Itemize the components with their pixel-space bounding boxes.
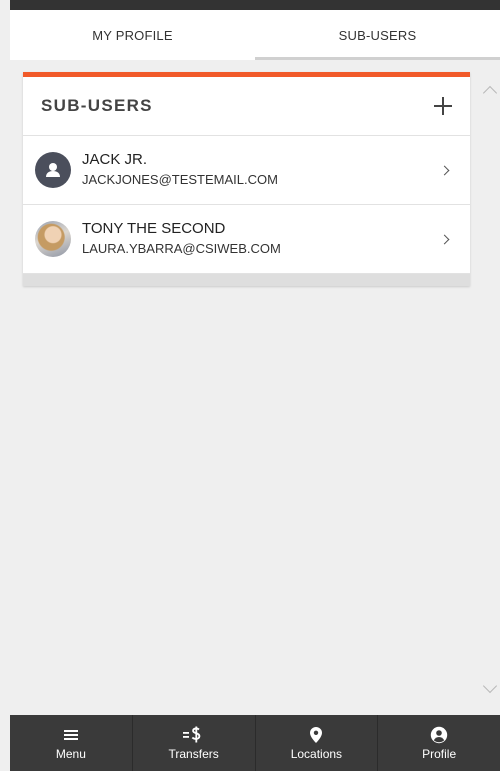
top-status-strip xyxy=(10,0,500,10)
nav-locations-label: Locations xyxy=(290,746,343,761)
default-user-icon xyxy=(35,152,71,188)
hamburger-icon xyxy=(63,726,79,744)
sub-user-name: JACK JR. xyxy=(82,151,148,168)
chevron-right-icon xyxy=(439,165,450,175)
nav-transfers-label: Transfers xyxy=(168,746,219,761)
nav-menu-label: Menu xyxy=(55,746,86,761)
profile-icon xyxy=(430,726,448,744)
plus-icon[interactable] xyxy=(433,96,453,116)
nav-locations[interactable]: Locations xyxy=(256,715,379,771)
scroll-up-icon[interactable] xyxy=(482,85,498,101)
nav-menu[interactable]: Menu xyxy=(10,715,133,771)
sub-user-info: JACK JR. JACKJONES@TESTEMAIL.COM xyxy=(82,151,441,189)
tab-my-profile[interactable]: MY PROFILE xyxy=(10,10,255,60)
card-header: SUB-USERS xyxy=(23,77,470,136)
card-title: SUB-USERS xyxy=(41,96,153,115)
avatar-photo xyxy=(35,221,71,257)
tab-sub-users-label: SUB-USERS xyxy=(338,27,417,43)
scroll-down-icon[interactable] xyxy=(482,678,498,694)
main-content: SUB-USERS JACK JR. JACKJONES@TESTEMAIL.C… xyxy=(10,60,480,715)
scrollbar[interactable] xyxy=(480,60,500,715)
transfer-dollar-icon xyxy=(182,726,206,744)
profile-tabs: MY PROFILE SUB-USERS xyxy=(10,10,500,60)
nav-profile[interactable]: Profile xyxy=(378,715,500,771)
sub-user-info: TONY THE SECOND LAURA.YBARRA@CSIWEB.COM xyxy=(82,220,441,258)
tab-my-profile-label: MY PROFILE xyxy=(92,27,173,43)
nav-profile-label: Profile xyxy=(422,746,457,761)
sub-user-email: LAURA.YBARRA@CSIWEB.COM xyxy=(82,241,281,256)
sub-user-email: JACKJONES@TESTEMAIL.COM xyxy=(82,172,278,187)
sub-user-row[interactable]: JACK JR. JACKJONES@TESTEMAIL.COM xyxy=(23,136,470,205)
sub-user-row[interactable]: TONY THE SECOND LAURA.YBARRA@CSIWEB.COM xyxy=(23,205,470,274)
sub-user-name: TONY THE SECOND xyxy=(82,220,226,237)
bottom-navigation: Menu Transfers Locations Profile xyxy=(10,715,500,771)
nav-transfers[interactable]: Transfers xyxy=(133,715,256,771)
location-pin-icon xyxy=(309,726,323,744)
chevron-right-icon xyxy=(439,234,450,244)
tab-sub-users[interactable]: SUB-USERS xyxy=(255,10,500,60)
sub-users-card: SUB-USERS JACK JR. JACKJONES@TESTEMAIL.C… xyxy=(23,72,470,286)
card-footer xyxy=(23,274,470,286)
